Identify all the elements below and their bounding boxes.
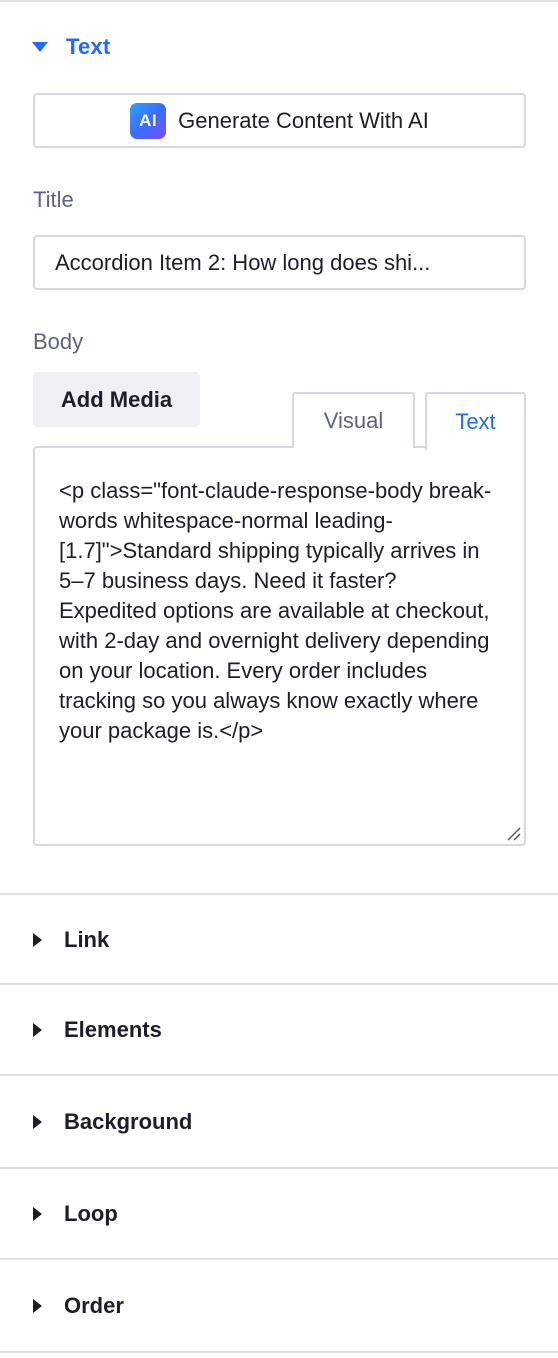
body-field-label: Body [33,329,84,354]
section-link-title: Link [64,927,110,952]
text-section-header[interactable]: Text [30,32,110,62]
settings-panel: Text AI Generate Content With AI Title A… [0,0,558,1358]
caret-right-icon [33,1207,42,1221]
text-section-title: Text [66,34,111,59]
section-loop-title: Loop [64,1201,118,1226]
title-field-label: Title [33,187,74,212]
bottom-divider [0,1351,558,1353]
caret-right-icon [33,1299,42,1313]
title-input[interactable]: Accordion Item 2: How long does shi... [33,235,526,290]
caret-right-icon [33,1023,42,1037]
tab-text[interactable]: Text [425,392,526,450]
section-background[interactable]: Background [0,1074,558,1168]
generate-ai-content-button[interactable]: AI Generate Content With AI [33,93,526,148]
ai-badge-icon: AI [130,102,167,139]
body-textarea-content: <p class="font-claude-response-body brea… [59,478,492,743]
section-order[interactable]: Order [0,1258,558,1352]
add-media-button[interactable]: Add Media [33,372,200,427]
section-order-title: Order [64,1293,124,1318]
section-elements[interactable]: Elements [0,983,558,1075]
caret-down-icon [32,42,48,52]
section-loop[interactable]: Loop [0,1167,558,1259]
section-background-title: Background [64,1109,193,1134]
section-link[interactable]: Link [0,893,558,985]
resize-grip-icon[interactable] [505,825,521,841]
section-elements-title: Elements [64,1017,162,1042]
caret-right-icon [33,1115,42,1129]
caret-right-icon [33,933,42,947]
ai-button-label: Generate Content With AI [178,107,429,133]
tab-visual[interactable]: Visual [292,392,415,448]
body-textarea[interactable]: <p class="font-claude-response-body brea… [33,446,526,846]
